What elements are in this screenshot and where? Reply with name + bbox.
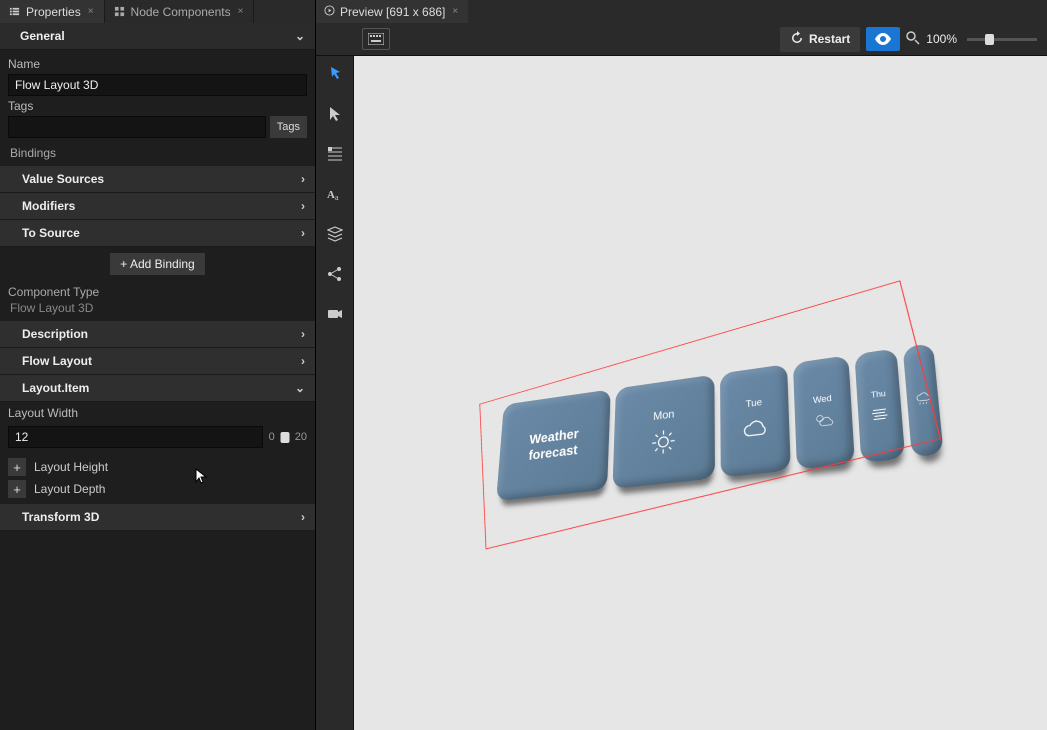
zoom-icon[interactable]: [906, 31, 920, 48]
bindings-label: Bindings: [8, 142, 307, 162]
component-type-value: Flow Layout 3D: [0, 299, 315, 321]
properties-panel: Properties × Node Components × General ⌄…: [0, 0, 316, 730]
tags-label: Tags: [8, 96, 307, 116]
preview-toolbar: Restart 100%: [316, 23, 1047, 56]
camera-tool[interactable]: [321, 300, 349, 328]
tab-properties[interactable]: Properties ×: [0, 0, 105, 23]
section-title: Transform 3D: [22, 510, 99, 524]
visibility-button[interactable]: [866, 27, 900, 51]
section-layout-item[interactable]: Layout.Item ⌄: [0, 375, 315, 402]
section-title: To Source: [22, 226, 80, 240]
section-to-source[interactable]: To Source ›: [0, 220, 315, 247]
section-general[interactable]: General ⌄: [0, 23, 315, 50]
layout-width-row: 0 20: [0, 424, 315, 456]
share-tool[interactable]: [321, 260, 349, 288]
chevron-right-icon: ›: [301, 199, 305, 213]
slider-min: 0: [269, 431, 275, 443]
preview-tool-palette: Aa: [316, 56, 354, 730]
svg-text:A: A: [327, 189, 335, 201]
fog-icon: [870, 405, 888, 421]
add-binding-button[interactable]: + Add Binding: [110, 253, 204, 275]
zoom-controls: 100%: [906, 31, 1041, 48]
section-transform-3d[interactable]: Transform 3D ›: [0, 504, 315, 531]
preview-canvas[interactable]: Weather forecast Mon Tue Wed: [354, 56, 1047, 730]
forecast-card-wed: Wed: [792, 355, 854, 470]
cloud-icon: [740, 414, 768, 444]
forecast-card-tue: Tue: [720, 364, 791, 478]
close-icon[interactable]: ×: [450, 6, 460, 17]
close-icon[interactable]: ×: [236, 6, 246, 17]
slider-thumb[interactable]: [985, 34, 994, 45]
chevron-right-icon: ›: [301, 172, 305, 186]
interact-tool[interactable]: [321, 60, 349, 88]
name-input[interactable]: [8, 74, 307, 96]
tab-node-components[interactable]: Node Components ×: [105, 0, 255, 23]
list-icon: [8, 5, 21, 18]
restart-icon: [790, 31, 804, 48]
name-label: Name: [8, 54, 307, 74]
panel-tab-bar: Properties × Node Components ×: [0, 0, 315, 23]
section-flow-layout[interactable]: Flow Layout ›: [0, 348, 315, 375]
restart-label: Restart: [809, 32, 850, 46]
play-icon: [324, 5, 335, 19]
zoom-value: 100%: [926, 32, 957, 46]
section-title: Value Sources: [22, 172, 104, 186]
tab-label: Preview [691 x 686]: [340, 5, 445, 19]
layout-width-label: Layout Width: [0, 402, 315, 424]
chevron-right-icon: ›: [301, 327, 305, 341]
preview-panel: Preview [691 x 686] × Restart 100%: [316, 0, 1047, 730]
section-modifiers[interactable]: Modifiers ›: [0, 193, 315, 220]
chevron-down-icon: ⌄: [295, 381, 305, 395]
slider-thumb[interactable]: [280, 432, 289, 443]
sun-icon: [650, 427, 676, 456]
chevron-right-icon: ›: [301, 226, 305, 240]
section-title: Description: [22, 327, 88, 341]
rain-icon: [914, 391, 931, 407]
close-icon[interactable]: ×: [86, 6, 96, 17]
add-layout-height-button[interactable]: +: [8, 458, 26, 476]
tab-label: Properties: [26, 5, 81, 19]
slider-max: 20: [295, 431, 307, 443]
chevron-right-icon: ›: [301, 354, 305, 368]
section-title: Modifiers: [22, 199, 75, 213]
zoom-slider[interactable]: [967, 38, 1037, 41]
tags-input[interactable]: [8, 116, 266, 138]
forecast-card-thu: Thu: [854, 348, 905, 463]
chevron-down-icon: ⌄: [295, 29, 305, 43]
forecast-layout: Weather forecast Mon Tue Wed: [496, 343, 944, 501]
chevron-right-icon: ›: [301, 510, 305, 524]
add-layout-depth-button[interactable]: +: [8, 480, 26, 498]
layers-tool[interactable]: [321, 220, 349, 248]
layout-width-input[interactable]: [8, 426, 263, 448]
sun-cloud-icon: [812, 410, 834, 430]
tab-label: Node Components: [131, 5, 231, 19]
svg-text:a: a: [335, 193, 339, 202]
forecast-card-fri: [902, 343, 943, 458]
keyboard-button[interactable]: [362, 28, 390, 50]
forecast-card-title: Weather forecast: [496, 389, 611, 501]
component-type-label: Component Type: [0, 281, 315, 299]
general-body: Name Tags Tags Bindings: [0, 50, 315, 166]
section-value-sources[interactable]: Value Sources ›: [0, 166, 315, 193]
preview-tab-bar: Preview [691 x 686] ×: [316, 0, 1047, 23]
section-description[interactable]: Description ›: [0, 321, 315, 348]
text-tool[interactable]: Aa: [321, 180, 349, 208]
components-icon: [113, 5, 126, 18]
plus-icon: +: [120, 257, 130, 271]
section-title: Layout.Item: [22, 381, 89, 395]
section-title: General: [10, 29, 65, 43]
tab-preview[interactable]: Preview [691 x 686] ×: [316, 0, 468, 23]
grid-tool[interactable]: [321, 140, 349, 168]
layout-depth-label: Layout Depth: [34, 482, 105, 496]
tags-button[interactable]: Tags: [270, 116, 307, 138]
layout-height-label: Layout Height: [34, 460, 108, 474]
restart-button[interactable]: Restart: [780, 27, 860, 52]
forecast-card-mon: Mon: [612, 374, 715, 489]
select-tool[interactable]: [321, 100, 349, 128]
section-title: Flow Layout: [22, 354, 92, 368]
